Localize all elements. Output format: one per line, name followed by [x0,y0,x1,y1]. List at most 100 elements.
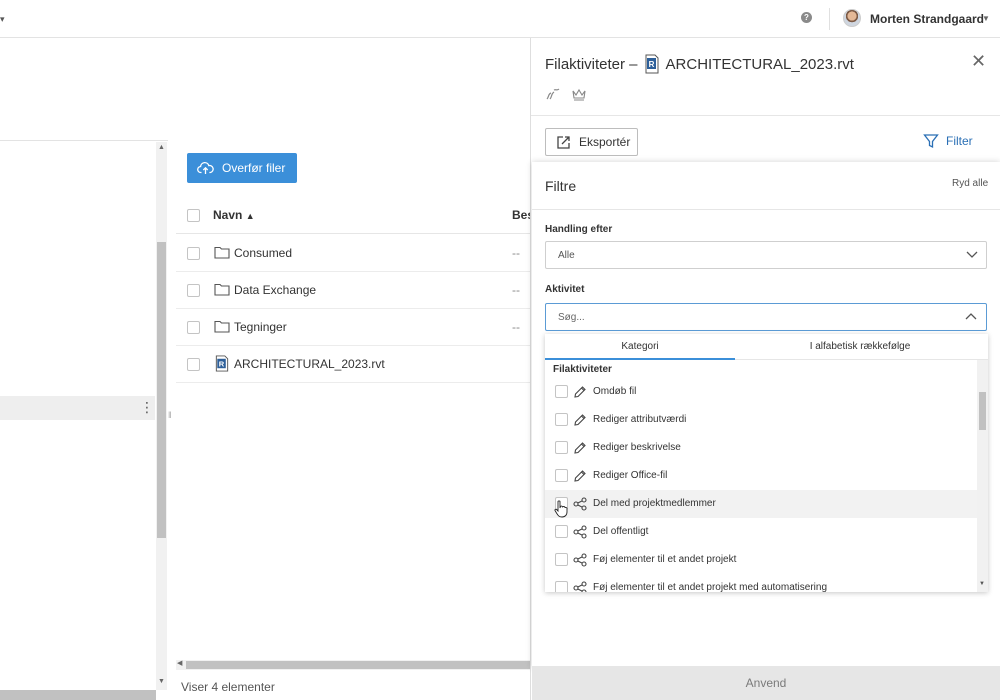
clear-all-link[interactable]: Ryd alle [952,178,988,189]
folder-tree-panel: ⋮ [0,38,168,700]
share-icon [573,525,587,539]
file-description: -- [512,283,520,297]
list-item[interactable]: Føj elementer til et andet projekt med a… [545,574,977,592]
file-name[interactable]: Data Exchange [234,283,316,297]
select-all-checkbox[interactable] [187,209,200,222]
chevron-up-icon[interactable] [965,311,977,323]
close-icon[interactable]: ✕ [971,51,986,72]
tree-horizontal-scrollbar[interactable] [0,690,156,700]
activity-dropdown: Kategori I alfabetisk rækkefølge Filakti… [545,334,988,592]
sort-ascending-icon: ▲ [245,211,255,221]
filter-button[interactable]: Filter [923,133,973,149]
activity-checkbox[interactable] [555,581,568,592]
file-list-horizontal-scrollbar[interactable]: ◀ [176,660,530,670]
list-item[interactable]: Rediger beskrivelse [545,434,977,462]
activity-checkbox[interactable] [555,413,568,426]
list-item[interactable]: Del med projektmedlemmer [545,490,977,518]
svg-text:R: R [219,359,225,368]
tab-category[interactable]: Kategori [545,341,735,352]
group-title: Filaktiviteter [553,364,612,375]
chevron-down-icon[interactable]: ▾ [0,14,5,25]
hand-cursor-icon [554,500,568,518]
active-tab-indicator [545,358,735,360]
panel-status-icons [545,86,587,102]
action-by-select[interactable]: Alle [545,241,987,269]
activity-label: Del offentligt [593,526,649,537]
panel-divider [531,115,1000,116]
crown-icon [572,88,586,101]
panel-file-name: ARCHITECTURAL_2023.rvt [665,55,854,73]
share-icon [573,553,587,567]
list-item[interactable]: Føj elementer til et andet projekt [545,546,977,574]
user-name[interactable]: Morten Strandgaard [870,12,984,26]
row-checkbox[interactable] [187,321,200,334]
list-item[interactable]: Del offentligt [545,518,977,546]
file-description: -- [512,320,520,334]
scrollbar-thumb[interactable] [157,242,166,538]
folder-icon [214,320,230,333]
revit-file-icon: R [645,54,659,74]
apply-button[interactable]: Anvend [532,666,1000,700]
apply-bar: Anvend [532,666,1000,700]
export-button[interactable]: Eksportér [545,128,638,156]
top-bar: ▾ ? Morten Strandgaard ▼ [0,0,1000,38]
scroll-left-icon[interactable]: ◀ [177,659,182,667]
dropdown-scrollbar[interactable]: ▼ [977,360,988,592]
activity-label: Føj elementer til et andet projekt med a… [593,582,827,592]
table-row[interactable]: Consumed -- [176,235,530,272]
activity-list: Omdøb fil Rediger attributværdi Rediger … [545,378,977,592]
filter-popup: Filtre Ryd alle Handling efter Alle Akti… [532,162,1000,668]
link-icon [546,88,560,100]
list-item[interactable]: Rediger attributværdi [545,406,977,434]
scrollbar-thumb[interactable] [186,661,530,669]
column-description[interactable]: Beskrivelse [512,208,530,222]
row-checkbox[interactable] [187,247,200,260]
activity-checkbox[interactable] [555,385,568,398]
pencil-icon [574,470,586,482]
list-item[interactable]: Rediger Office-fil [545,462,977,490]
scroll-up-icon[interactable]: ▲ [158,144,165,151]
scroll-down-icon[interactable]: ▼ [158,678,165,685]
activity-checkbox[interactable] [555,553,568,566]
scroll-down-icon[interactable]: ▼ [979,581,985,587]
activity-label: Rediger beskrivelse [593,442,681,453]
activity-search-input[interactable] [545,303,987,331]
filter-icon [923,134,939,149]
activity-label: Del med projektmedlemmer [593,498,716,509]
table-row[interactable]: R ARCHITECTURAL_2023.rvt [176,346,530,383]
row-checkbox[interactable] [187,284,200,297]
list-item[interactable]: Omdøb fil [545,378,977,406]
file-name[interactable]: ARCHITECTURAL_2023.rvt [234,357,385,371]
row-checkbox[interactable] [187,358,200,371]
tree-selected-row[interactable] [0,396,155,420]
column-name[interactable]: Navn ▲ [213,208,255,222]
activity-checkbox[interactable] [555,441,568,454]
more-options-icon[interactable]: ⋮ [140,399,154,415]
filter-popup-divider [532,209,1000,210]
file-name[interactable]: Consumed [234,246,292,260]
table-row[interactable]: Tegninger -- [176,309,530,346]
activity-label: Aktivitet [545,284,585,295]
tree-vertical-scrollbar[interactable]: ▲ ▼ [156,142,167,690]
avatar[interactable] [843,9,861,27]
scrollbar-thumb[interactable] [979,392,986,430]
tree-header-divider [0,140,168,141]
svg-text:R: R [648,60,654,69]
file-name[interactable]: Tegninger [234,320,287,334]
user-menu-chevron-icon[interactable]: ▼ [982,14,990,23]
tab-alphabetical[interactable]: I alfabetisk rækkefølge [755,341,965,352]
share-icon [573,497,587,511]
activity-checkbox[interactable] [555,525,568,538]
panel-title: Filaktiviteter – R ARCHITECTURAL_2023.rv… [545,54,854,74]
filter-popup-title: Filtre [545,178,577,194]
panel-title-text: Filaktiviteter – [545,55,638,73]
help-icon[interactable]: ? [801,12,812,23]
panel-resize-handle[interactable]: ‖ [168,410,172,420]
pencil-icon [574,442,586,454]
item-count-status: Viser 4 elementer [181,680,275,694]
cloud-upload-icon [197,162,214,174]
table-row[interactable]: Data Exchange -- [176,272,530,309]
chevron-down-icon [966,251,978,258]
upload-files-button[interactable]: Overfør filer [187,153,297,183]
activity-checkbox[interactable] [555,469,568,482]
